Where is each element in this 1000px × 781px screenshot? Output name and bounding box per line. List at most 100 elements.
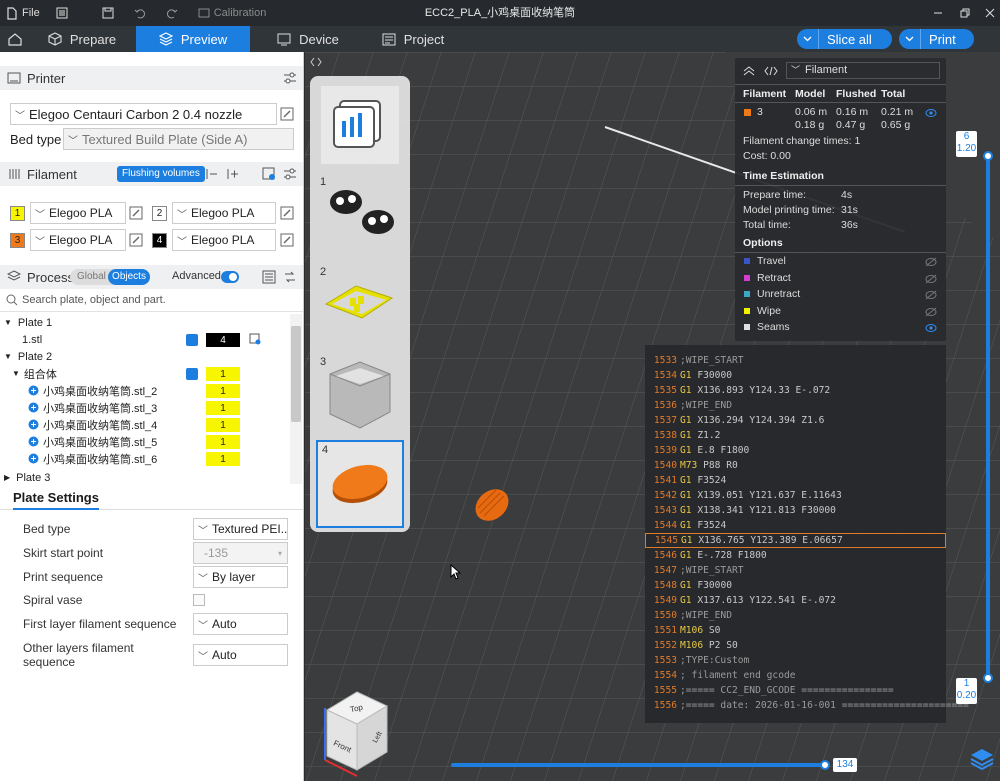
edit-filament-icon[interactable] <box>129 206 143 220</box>
eye-off-icon[interactable] <box>925 274 937 284</box>
gcode-viewer[interactable]: 1533 ;WIPE_START 1534 G1 F30000 1535 G1 X136.… <box>645 345 969 723</box>
spinner-icon[interactable]: ▾ <box>278 549 282 558</box>
gcode-line[interactable]: 1540 M73 P88 R0 <box>645 458 946 473</box>
edit-filament-icon[interactable] <box>280 233 294 247</box>
all-plates-button[interactable] <box>321 86 399 164</box>
calibration-menu[interactable]: Calibration <box>192 0 273 26</box>
edit-filament-icon[interactable] <box>280 206 294 220</box>
expand-icon[interactable]: ▼ <box>4 352 12 361</box>
filament-number[interactable]: 1 <box>206 401 240 415</box>
tab-preview[interactable]: Preview <box>136 26 250 52</box>
gcode-line[interactable]: 1555 ;===== CC2_END_GCODE ===============… <box>645 683 946 698</box>
filament-swatch[interactable]: 2 <box>152 206 167 221</box>
gcode-line[interactable]: 1546 G1 E-.728 F1800 <box>645 548 946 563</box>
print-dropdown[interactable] <box>899 29 921 49</box>
list-icon[interactable] <box>262 270 276 284</box>
move-slider-handle[interactable] <box>820 760 830 770</box>
tree-plate-2[interactable]: ▼ Plate 2 <box>0 348 290 365</box>
gcode-line[interactable]: 1552 M106 P2 S0 <box>645 638 946 653</box>
scrollbar-thumb[interactable] <box>291 326 301 422</box>
ps-first-layer-select[interactable]: ﹀ Auto <box>193 613 288 635</box>
gcode-line[interactable]: 1550 ;WIPE_END <box>645 608 946 623</box>
undo-button[interactable] <box>128 0 156 26</box>
add-filament-icon[interactable] <box>226 167 240 181</box>
collapse-sidebar-button[interactable] <box>309 56 325 70</box>
edit-printer-icon[interactable] <box>280 107 294 121</box>
slice-dropdown[interactable] <box>797 29 819 49</box>
redo-button[interactable] <box>160 0 188 26</box>
tab-prepare[interactable]: Prepare <box>30 26 134 52</box>
tree-part[interactable]: 小鸡桌面收纳笔筒.stl_5 1 <box>0 433 290 450</box>
eye-off-icon[interactable] <box>925 257 937 267</box>
filament-swatch[interactable]: 1 <box>10 206 25 221</box>
gcode-line[interactable]: 1536 ;WIPE_END <box>645 398 946 413</box>
ps-print-seq-select[interactable]: ﹀ By layer <box>193 566 288 588</box>
objects-option[interactable]: Objects <box>108 269 150 285</box>
eye-icon[interactable] <box>925 108 937 118</box>
filament-swatch[interactable]: 4 <box>152 233 167 248</box>
close-button[interactable] <box>975 0 1000 26</box>
tree-object[interactable]: ▼ 组合体 1 <box>0 365 290 382</box>
eye-off-icon[interactable] <box>925 307 937 317</box>
flushing-volumes-button[interactable]: Flushing volumes <box>117 166 205 182</box>
plate-settings-tab[interactable]: Plate Settings <box>13 490 99 510</box>
search-bar[interactable]: Search plate, object and part. <box>0 290 303 310</box>
expand-icon[interactable]: ▼ <box>12 369 20 378</box>
layers-toggle-icon[interactable] <box>968 745 996 773</box>
search-input[interactable]: Search plate, object and part. <box>22 294 166 306</box>
expand-icon[interactable]: ▶ <box>4 473 10 482</box>
gcode-line[interactable]: 1538 G1 Z1.2 <box>645 428 946 443</box>
gcode-line[interactable]: 1534 G1 F30000 <box>645 368 946 383</box>
collapse-legend-icon[interactable] <box>742 66 756 76</box>
gcode-line[interactable]: 1537 G1 X136.294 Y124.394 Z1.6 <box>645 413 946 428</box>
move-slider-track[interactable] <box>451 763 826 767</box>
gcode-line[interactable]: 1539 G1 E.8 F1800 <box>645 443 946 458</box>
save-button[interactable] <box>96 0 124 26</box>
filament-number[interactable]: 1 <box>206 418 240 432</box>
plate-thumb-2[interactable]: 2 <box>316 264 404 348</box>
gcode-line[interactable]: 1547 ;WIPE_START <box>645 563 946 578</box>
gcode-line[interactable]: 1533 ;WIPE_START <box>645 353 946 368</box>
ps-skirt-input[interactable]: -135 ▾ <box>193 542 288 564</box>
gcode-line-current[interactable]: 1545 G1 X136.765 Y123.389 E.06657 <box>645 533 946 548</box>
ps-other-layers-select[interactable]: ﹀ Auto <box>193 644 288 666</box>
gcode-line[interactable]: 1548 G1 F30000 <box>645 578 946 593</box>
filament-number[interactable]: 1 <box>206 384 240 398</box>
bed-type-select[interactable]: ﹀ Textured Build Plate (Side A) <box>63 128 294 150</box>
filament-select[interactable]: ﹀ Elegoo PLA <box>172 202 276 224</box>
tree-part[interactable]: 小鸡桌面收纳笔筒.stl_6 1 <box>0 450 290 467</box>
filament-settings-icon[interactable] <box>283 167 297 181</box>
filament-select[interactable]: ﹀ Elegoo PLA <box>172 229 276 251</box>
visibility-checkbox[interactable] <box>186 334 198 346</box>
visibility-checkbox[interactable] <box>186 368 198 380</box>
gcode-line[interactable]: 1554; filament end gcode <box>645 668 946 683</box>
tree-part[interactable]: 小鸡桌面收纳笔筒.stl_3 1 <box>0 399 290 416</box>
minimize-button[interactable] <box>923 0 953 26</box>
filament-select[interactable]: ﹀ Elegoo PLA <box>30 202 126 224</box>
home-tab[interactable] <box>0 26 30 52</box>
tree-scrollbar[interactable] <box>290 314 302 484</box>
layer-slider-bottom-handle[interactable] <box>983 673 993 683</box>
view-cube[interactable]: Top Front Left <box>317 690 399 778</box>
gcode-line[interactable]: 1535 G1 X136.893 Y124.33 E-.072 <box>645 383 946 398</box>
filament-number[interactable]: 1 <box>206 452 240 466</box>
tree-object[interactable]: 1.stl 4 <box>0 331 290 348</box>
remove-filament-icon[interactable] <box>205 167 219 181</box>
view-type-select[interactable]: ﹀ Filament <box>786 62 940 79</box>
file-menu[interactable]: File <box>0 0 46 26</box>
ps-spiral-checkbox[interactable] <box>193 594 205 606</box>
plate-thumb-3[interactable]: 3 <box>316 354 404 438</box>
gcode-line[interactable]: 1541 G1 F3524 <box>645 473 946 488</box>
tree-part[interactable]: 小鸡桌面收纳笔筒.stl_4 1 <box>0 416 290 433</box>
filament-number[interactable]: 4 <box>206 333 240 347</box>
global-option[interactable]: Global <box>77 271 106 282</box>
filament-select[interactable]: ﹀ Elegoo PLA <box>30 229 126 251</box>
layer-slider-top-handle[interactable] <box>983 151 993 161</box>
layer-slider-track[interactable] <box>986 156 990 678</box>
gcode-line[interactable]: 1556 ;===== date: 2026-01-16-001 ========… <box>645 698 969 713</box>
sync-filament-icon[interactable] <box>262 167 276 181</box>
object-settings-icon[interactable] <box>249 333 261 345</box>
tree-plate-3[interactable]: ▶ Plate 3 <box>0 469 290 486</box>
advanced-toggle[interactable] <box>221 271 239 283</box>
ps-bed-type-select[interactable]: ﹀ Textured PEI... <box>193 518 288 540</box>
